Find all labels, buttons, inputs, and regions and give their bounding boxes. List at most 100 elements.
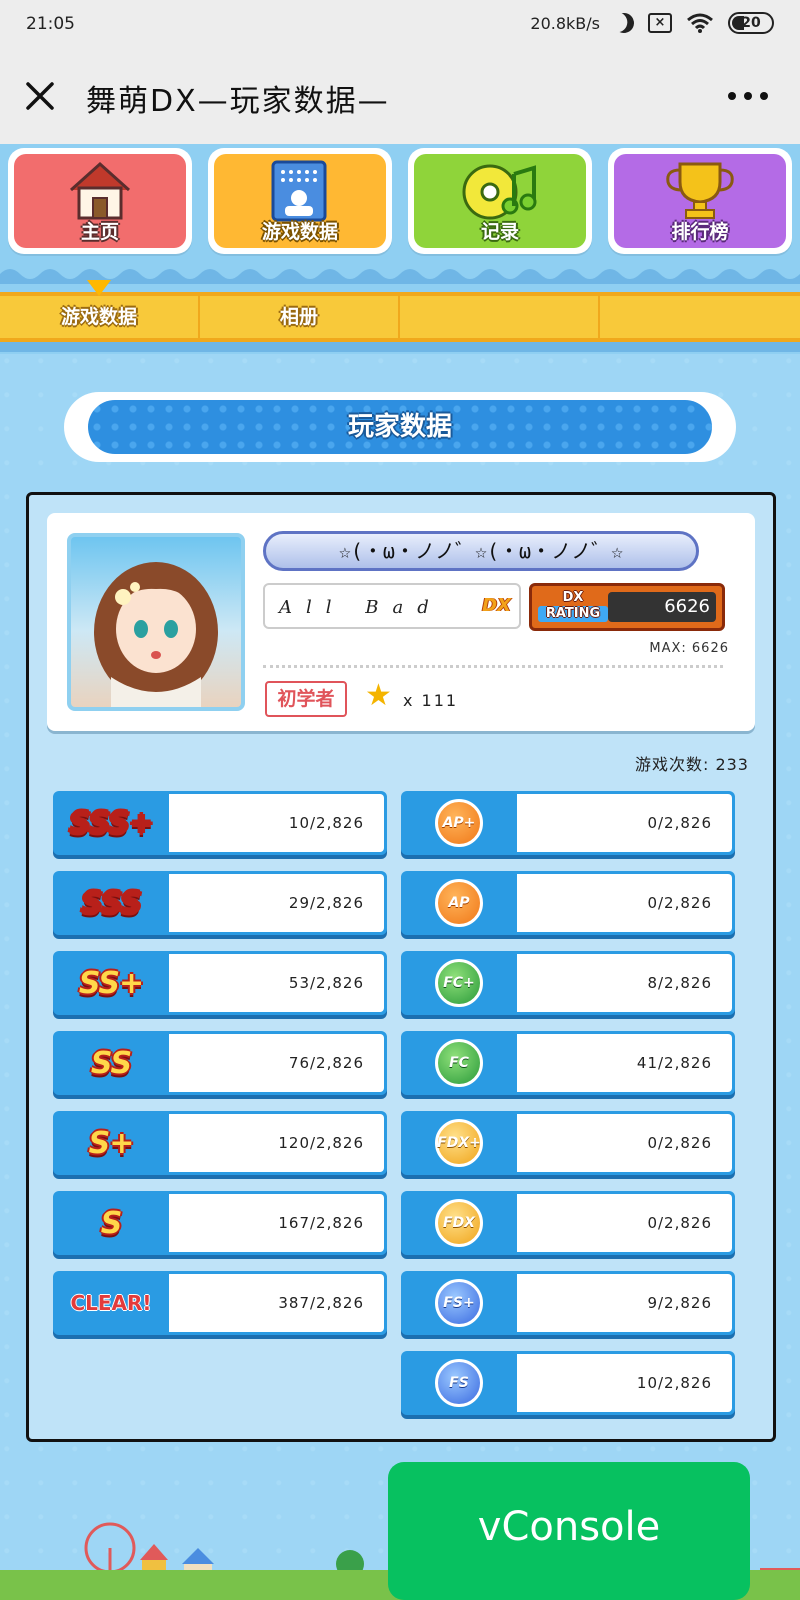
player-title: All Bad [279,597,443,618]
rank-sss-icon: SSS [53,871,169,935]
wave-divider [0,269,800,284]
medal-count: 9/2,826 [517,1274,732,1332]
medal-count: 10/2,826 [517,1354,732,1412]
avatar[interactable] [67,533,245,711]
divider [0,342,800,352]
rank-label: SS+ [78,965,144,1001]
rank-count: 53/2,826 [169,954,384,1012]
ap-plus-medal-icon: AP+ [435,799,483,847]
nav-tile-record[interactable]: 记录 [408,148,592,254]
profile-card: ☆(・ω・ノノ゛☆(・ω・ノノ゛☆ All Bad DX DX RATING 6… [47,513,755,731]
rank-ss-plus-icon: SS+ [53,951,169,1015]
fdx-plus-medal-icon: FDX+ [435,1119,483,1167]
rank-label: S+ [88,1125,135,1161]
section-banner: 玩家数据 [64,392,736,462]
trophy-icon [662,160,738,224]
rank-row-ss: SS 76/2,826 [53,1031,387,1095]
rank-s-plus-icon: S+ [53,1111,169,1175]
medal-count: 0/2,826 [517,1114,732,1172]
medal-row-fc-plus: FC+ 8/2,826 [401,951,735,1015]
network-speed: 20.8kB/s [530,13,600,33]
nav-tile-home[interactable]: 主页 [8,148,192,254]
nav-tile-game-data[interactable]: 游戏数据 [208,148,392,254]
rank-count: 167/2,826 [169,1194,384,1252]
rank-ss-icon: SS [53,1031,169,1095]
rank-count: 120/2,826 [169,1114,384,1172]
medal-fdx-wrap: FDX [401,1191,517,1255]
fdx-medal-icon: FDX [435,1199,483,1247]
tab-empty-3[interactable] [400,296,600,338]
vconsole-button[interactable]: vConsole [388,1462,750,1600]
rank-row-clear: CLEAR! 387/2,826 [53,1271,387,1335]
ap-medal-icon: AP [435,879,483,927]
house-icon [65,160,135,224]
fc-medal-icon: FC [435,1039,483,1087]
play-count: 游戏次数: 233 [634,755,749,774]
tab-album[interactable]: 相册 [200,296,400,338]
medal-count: 0/2,826 [517,874,732,932]
clock: 21:05 [26,14,75,34]
level-badge: 初学者 [265,681,347,717]
nav-tile-label: 主页 [80,221,119,243]
fs-plus-medal-icon: FS+ [435,1279,483,1327]
player-title-box: All Bad DX [263,583,521,629]
medal-count: 41/2,826 [517,1034,732,1092]
medal-fc-wrap: FC [401,1031,517,1095]
rating-label-rating: RATING [538,606,608,622]
rank-row-ss-plus: SS+ 53/2,826 [53,951,387,1015]
dx-logo: DX [482,595,511,616]
medal-fdx-plus-wrap: FDX+ [401,1111,517,1175]
rank-count: 29/2,826 [169,874,384,932]
fc-plus-medal-icon: FC+ [435,959,483,1007]
main-nav: 主页 游戏数据 记录 排行榜 [8,148,792,254]
rank-count: 10/2,826 [169,794,384,852]
nav-tile-label: 记录 [480,221,519,243]
status-bar: 21:05 20.8kB/s × 20 [0,0,800,48]
medal-count: 0/2,826 [517,794,732,852]
medal-count: 0/2,826 [517,1194,732,1252]
tab-game-data[interactable]: 游戏数据 [0,296,200,338]
nav-tile-ranking[interactable]: 排行榜 [608,148,792,254]
rating-value: 6626 [608,592,716,622]
rank-count: 387/2,826 [169,1274,384,1332]
moon-icon [611,10,637,36]
fs-medal-icon: FS [435,1359,483,1407]
rank-label: S [100,1205,123,1241]
tab-empty-4[interactable] [600,296,800,338]
medal-ap-wrap: AP [401,871,517,935]
medal-ap-plus-wrap: AP+ [401,791,517,855]
rank-row-s: S 167/2,826 [53,1191,387,1255]
close-icon[interactable] [22,78,58,114]
star-count: x 111 [403,691,459,710]
rating-max: MAX: 6626 [649,641,729,656]
player-data-panel: ☆(・ω・ノノ゛☆(・ω・ノノ゛☆ All Bad DX DX RATING 6… [26,492,776,1442]
medal-row-fdx: FDX 0/2,826 [401,1191,735,1255]
nav-tile-label: 排行榜 [671,221,729,243]
star-icon: ★ [365,678,392,713]
rank-label: CLEAR! [70,1291,152,1315]
title-bar: 舞萌DX—玩家数据— [0,48,800,144]
app-content: 主页 游戏数据 记录 排行榜 游戏数据 相册 玩家数据 ☆(・ω・ノノ゛☆(・ω… [0,144,800,1600]
rank-row-s-plus: S+ 120/2,826 [53,1111,387,1175]
page-title: 舞萌DX—玩家数据— [86,84,390,119]
rating-label-dx: DX [562,590,584,605]
divider [263,665,723,668]
rank-sss-plus-icon: SSS+ [53,791,169,855]
wifi-icon [686,12,714,34]
medal-row-ap-plus: AP+ 0/2,826 [401,791,735,855]
rank-count: 76/2,826 [169,1034,384,1092]
rank-clear-icon: CLEAR! [53,1271,169,1335]
medal-count: 8/2,826 [517,954,732,1012]
medal-fc-plus-wrap: FC+ [401,951,517,1015]
medal-row-fdx-plus: FDX+ 0/2,826 [401,1111,735,1175]
medal-row-fc: FC 41/2,826 [401,1031,735,1095]
more-menu-icon[interactable] [728,92,768,100]
rating-label: DX RATING [538,590,608,622]
rank-label: SS [90,1045,132,1081]
medal-row-fs-plus: FS+ 9/2,826 [401,1271,735,1335]
player-name: ☆(・ω・ノノ゛☆(・ω・ノノ゛☆ [263,531,699,571]
rank-row-sss-plus: SSS+ 10/2,826 [53,791,387,855]
battery-indicator: 20 [728,12,774,34]
no-sim-icon: × [648,13,672,33]
medal-row-ap: AP 0/2,826 [401,871,735,935]
